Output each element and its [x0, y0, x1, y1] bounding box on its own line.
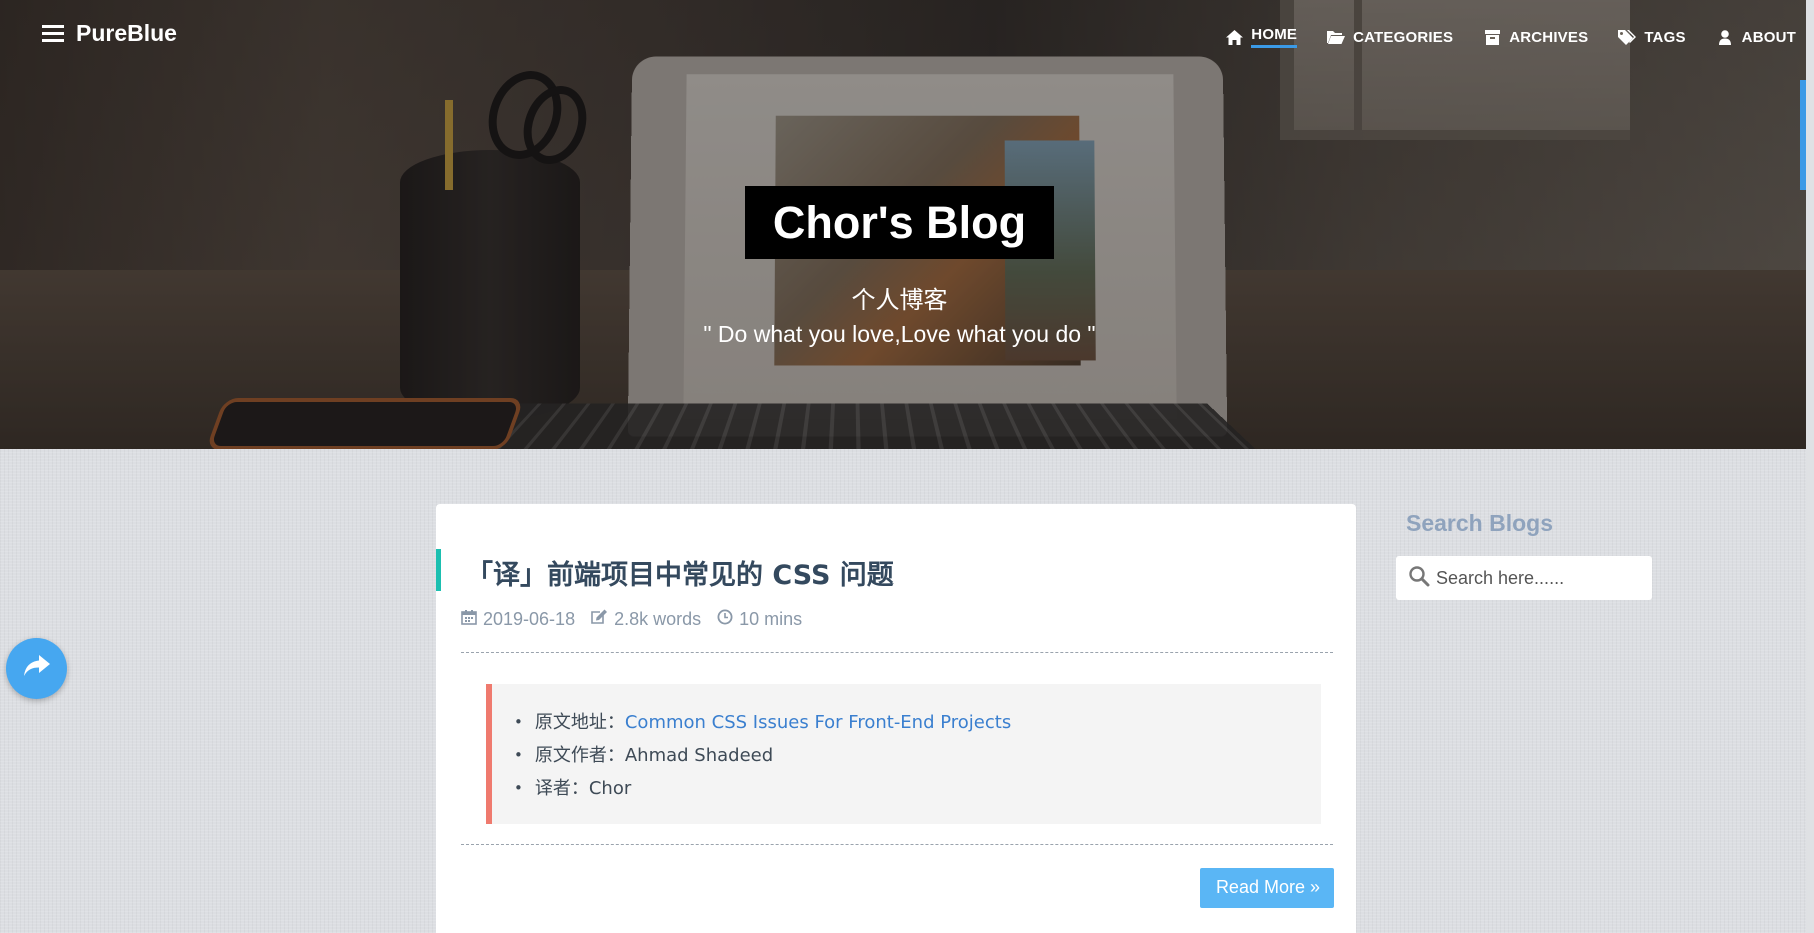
main-nav: HOME CATEGORIES ARCHIVES TAGS ABOUT — [1225, 26, 1796, 48]
nav-item-categories[interactable]: CATEGORIES — [1327, 29, 1453, 46]
post-words: 2.8k words — [591, 609, 701, 630]
search-input[interactable] — [1436, 567, 1636, 589]
nav-label-categories: CATEGORIES — [1353, 28, 1454, 46]
nav-item-home[interactable]: HOME — [1225, 26, 1298, 48]
divider-top — [461, 652, 1333, 653]
folder-open-icon — [1327, 29, 1346, 45]
divider-bottom — [461, 844, 1333, 845]
read-more-button[interactable]: Read More » — [1199, 868, 1334, 908]
quote-value-translator: Chor — [588, 778, 632, 799]
home-icon — [1225, 29, 1243, 45]
scroll-indicator[interactable] — [1800, 80, 1806, 190]
post-meta: 2019-06-18 2.8k words 10 mins — [461, 609, 802, 630]
post-title-accent — [436, 549, 441, 591]
list-item: 原文作者： Ahmad Shadeed — [514, 739, 1321, 772]
nav-label-tags: TAGS — [1644, 28, 1686, 46]
brand[interactable]: PureBlue — [42, 20, 177, 47]
clock-icon — [717, 609, 733, 630]
calendar-icon — [461, 609, 477, 630]
nav-label-archives: ARCHIVES — [1509, 28, 1589, 46]
post-date: 2019-06-18 — [461, 609, 575, 630]
tags-icon — [1618, 29, 1637, 45]
share-button[interactable] — [6, 638, 67, 699]
post-read-time: 10 mins — [717, 609, 802, 630]
search-title: Search Blogs — [1406, 510, 1553, 536]
list-item: 译者： Chor — [514, 772, 1321, 805]
quote-label-author: 原文作者： — [534, 745, 625, 766]
brand-name[interactable]: PureBlue — [76, 20, 177, 47]
quote-label-translator: 译者： — [534, 778, 589, 799]
menu-icon[interactable] — [42, 25, 64, 42]
site-title: Chor's Blog — [745, 186, 1054, 259]
post-read-time-text: 10 mins — [739, 609, 803, 629]
post-card: 「译」前端项目中常见的 CSS 问题 2019-06-18 2.8k words… — [436, 504, 1356, 933]
nav-item-about[interactable]: ABOUT — [1716, 29, 1796, 46]
nav-label-about: ABOUT — [1741, 28, 1796, 46]
site-subtitle: 个人博客 — [851, 286, 948, 314]
post-words-text: 2.8k words — [614, 609, 702, 629]
quote-value-author: Ahmad Shadeed — [624, 745, 774, 766]
post-title[interactable]: 「译」前端项目中常见的 CSS 问题 — [466, 553, 894, 592]
post-date-text: 2019-06-18 — [483, 609, 576, 629]
site-motto: " Do what you love,Love what you do " — [703, 321, 1096, 347]
nav-item-archives[interactable]: ARCHIVES — [1483, 29, 1588, 46]
user-icon — [1716, 29, 1734, 45]
nav-label-home: HOME — [1251, 26, 1298, 48]
source-link[interactable]: Common CSS Issues For Front-End Projects — [625, 706, 1011, 739]
edit-icon — [591, 609, 608, 630]
nav-item-tags[interactable]: TAGS — [1618, 29, 1685, 46]
list-item: 原文地址： Common CSS Issues For Front-End Pr… — [514, 706, 1321, 739]
search-box[interactable] — [1396, 556, 1652, 600]
quote-label-source: 原文地址： — [534, 712, 625, 733]
post-excerpt-quote: 原文地址： Common CSS Issues For Front-End Pr… — [486, 684, 1321, 824]
share-icon — [23, 655, 50, 682]
search-icon — [1408, 565, 1430, 592]
archive-icon — [1483, 29, 1501, 45]
